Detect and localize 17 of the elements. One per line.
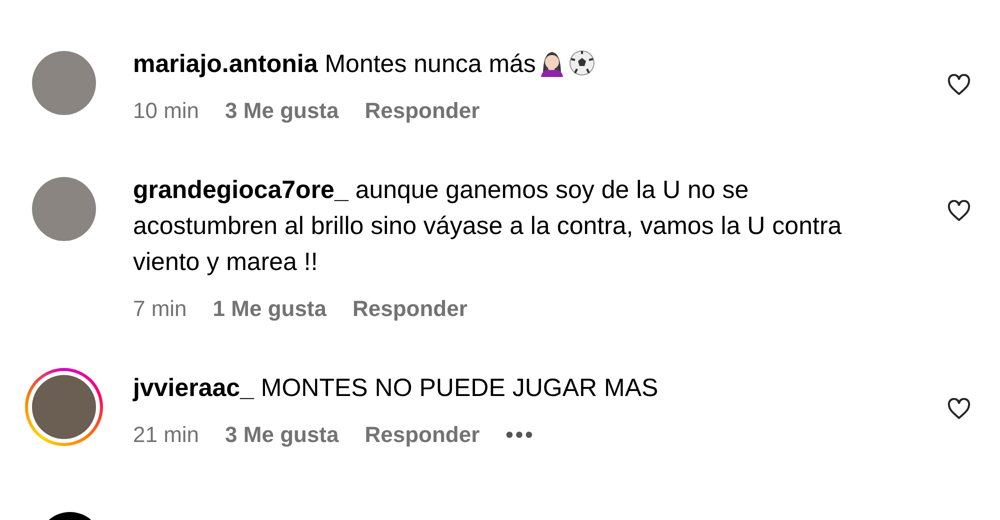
comment-time: 21 min <box>133 422 200 448</box>
comment-text: grandegioca7ore_ aunque ganemos soy de la U no se acostumbren al brillo sino váyase a la contra, vamos la U contra viento y marea !! <box>133 175 843 278</box>
more-options-button[interactable]: ••• <box>506 422 535 448</box>
likes-link[interactable]: 3 Me gusta <box>225 422 339 448</box>
likes-link[interactable]: 1 Me gusta <box>212 296 326 322</box>
reply-link[interactable]: Responder <box>352 296 468 322</box>
reply-link[interactable]: Responder <box>364 422 480 448</box>
heart-icon[interactable] <box>947 74 971 96</box>
reply-link[interactable]: Responder <box>364 98 480 124</box>
heart-icon[interactable] <box>947 398 971 420</box>
soccer-ball-icon <box>568 49 596 77</box>
comment-text: mariajo.antonia Montes nunca más <box>133 46 858 82</box>
likes-link[interactable]: 3 Me gusta <box>225 98 339 124</box>
comment-text: jvvieraac_ MONTES NO PUEDE JUGAR MAS <box>133 373 660 404</box>
comment-time: 7 min <box>133 296 187 322</box>
comment-time: 10 min <box>133 98 200 124</box>
heart-icon[interactable] <box>947 200 971 222</box>
